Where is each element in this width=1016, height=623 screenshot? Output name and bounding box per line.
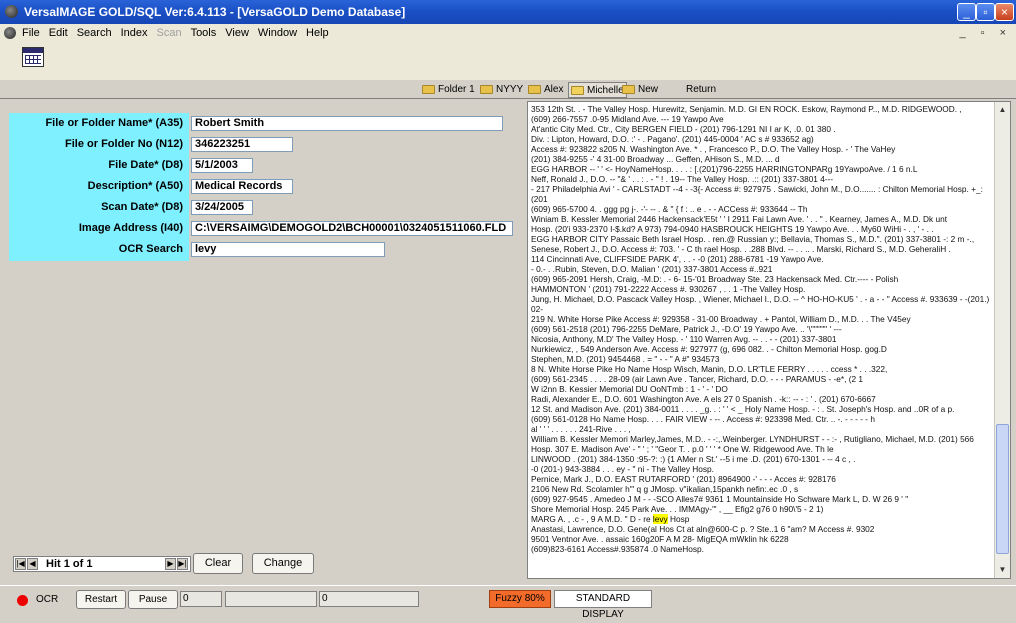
folder-icon bbox=[622, 84, 635, 94]
scroll-thumb[interactable] bbox=[996, 424, 1009, 554]
status-field-1: 0 bbox=[180, 591, 222, 607]
label-file-folder-name: File or Folder Name* (A35) bbox=[45, 117, 183, 129]
folder-tab-label: Alex bbox=[544, 83, 564, 95]
folder-tab-label: Folder 1 bbox=[438, 83, 475, 95]
pause-button[interactable]: Pause bbox=[128, 590, 178, 609]
label-image-address: Image Address (I40) bbox=[78, 222, 183, 234]
image-address-field[interactable]: C:\VERSAIMG\DEMOGOLD2\BCH00001\032405151… bbox=[191, 221, 513, 236]
prev-hit-button[interactable]: ◀ bbox=[27, 558, 38, 570]
document-icon[interactable] bbox=[4, 27, 16, 39]
ocr-text-before: 353 12th St. . - The Valley Hosp. Hurewi… bbox=[531, 104, 990, 514]
label-description: Description* (A50) bbox=[87, 180, 183, 192]
index-form: File or Folder Name* (A35) File or Folde… bbox=[5, 101, 525, 579]
return-button[interactable]: Return bbox=[686, 82, 716, 96]
description-field[interactable]: Medical Records bbox=[191, 179, 293, 194]
label-ocr-search: OCR Search bbox=[118, 243, 183, 255]
folder-tabs-bar: Folder 1 NYYY Alex Michelle New Return bbox=[0, 80, 1016, 99]
open-folder-icon bbox=[571, 85, 584, 95]
status-bar: OCR Restart Pause 0 0 Fuzzy 80% STANDARD… bbox=[0, 585, 1016, 620]
menu-scan[interactable]: Scan bbox=[156, 27, 181, 39]
menu-help[interactable]: Help bbox=[306, 27, 329, 39]
folder-icon bbox=[528, 84, 541, 94]
label-file-folder-no: File or Folder No (N12) bbox=[65, 138, 183, 150]
file-folder-name-field[interactable]: Robert Smith bbox=[191, 116, 503, 131]
title-bar: VersaIMAGE GOLD/SQL Ver:6.4.113 - [Versa… bbox=[0, 0, 1016, 24]
close-button[interactable]: × bbox=[995, 3, 1014, 21]
hit-navigator: |◀ ◀ Hit 1 of 1 ▶ ▶| bbox=[13, 556, 191, 572]
menu-file[interactable]: File bbox=[22, 27, 40, 39]
scroll-down-arrow-icon[interactable]: ▼ bbox=[996, 563, 1009, 577]
field-labels-panel: File or Folder Name* (A35) File or Folde… bbox=[9, 113, 189, 261]
menu-items: File Edit Search Index Scan Tools View Window He… bbox=[22, 27, 329, 39]
menu-window[interactable]: Window bbox=[258, 27, 297, 39]
folder-tab-folder1[interactable]: Folder 1 bbox=[422, 82, 475, 96]
folder-tab-label: NYYY bbox=[496, 83, 524, 95]
menu-tools[interactable]: Tools bbox=[191, 27, 217, 39]
scroll-up-arrow-icon[interactable]: ▲ bbox=[996, 103, 1009, 117]
folder-tab-alex[interactable]: Alex bbox=[528, 82, 563, 96]
window-title: VersaIMAGE GOLD/SQL Ver:6.4.113 - [Versa… bbox=[24, 5, 406, 19]
vertical-scrollbar[interactable]: ▲ ▼ bbox=[994, 102, 1010, 578]
folder-tab-nyyy[interactable]: NYYY bbox=[480, 82, 523, 96]
ocr-status-indicator-icon bbox=[17, 595, 28, 606]
hit-counter: Hit 1 of 1 bbox=[46, 558, 93, 570]
ocr-text-content: 353 12th St. . - The Valley Hosp. Hurewi… bbox=[531, 104, 991, 576]
calendar-icon[interactable] bbox=[22, 47, 44, 67]
status-field-3: 0 bbox=[319, 591, 419, 607]
ocr-search-hit: levy bbox=[652, 514, 668, 524]
app-icon[interactable] bbox=[5, 5, 18, 18]
next-hit-button[interactable]: ▶ bbox=[165, 558, 176, 570]
ocr-text-after: Anastasi, Lawrence, D.O. Gene(al Hos Ct … bbox=[531, 524, 875, 554]
toolbar bbox=[0, 43, 1016, 81]
label-file-date: File Date* (D8) bbox=[108, 159, 183, 171]
restart-button[interactable]: Restart bbox=[76, 590, 126, 609]
display-mode-indicator[interactable]: STANDARD DISPLAY bbox=[554, 590, 652, 620]
status-progress-field bbox=[225, 591, 317, 607]
ocr-hit-line-suffix: Hosp bbox=[667, 514, 690, 524]
file-date-field[interactable]: 5/1/2003 bbox=[191, 158, 253, 173]
folder-tab-label: New bbox=[638, 83, 659, 95]
menu-search[interactable]: Search bbox=[77, 27, 112, 39]
mdi-controls[interactable]: _ ▫ × bbox=[959, 27, 1012, 39]
folder-tab-michelle[interactable]: Michelle bbox=[568, 82, 627, 98]
fuzzy-match-indicator[interactable]: Fuzzy 80% bbox=[489, 590, 551, 608]
file-folder-no-field[interactable]: 346223251 bbox=[191, 137, 293, 152]
menu-view[interactable]: View bbox=[225, 27, 249, 39]
ocr-text-pane[interactable]: 353 12th St. . - The Valley Hosp. Hurewi… bbox=[527, 101, 1011, 579]
change-button[interactable]: Change bbox=[252, 553, 314, 574]
label-scan-date: Scan Date* (D8) bbox=[101, 201, 183, 213]
menu-index[interactable]: Index bbox=[121, 27, 148, 39]
scan-date-field[interactable]: 3/24/2005 bbox=[191, 200, 253, 215]
clear-button[interactable]: Clear bbox=[193, 553, 243, 574]
folder-icon bbox=[480, 84, 493, 94]
restore-button[interactable]: ▫ bbox=[976, 3, 995, 21]
ocr-hit-line-prefix: MARG A. , .c - , 9 A M.D. " D - re bbox=[531, 514, 653, 524]
folder-tab-label: Michelle bbox=[587, 84, 624, 96]
last-hit-button[interactable]: ▶| bbox=[177, 558, 188, 570]
menu-bar: File Edit Search Index Scan Tools View Window He… bbox=[0, 24, 1016, 43]
menu-edit[interactable]: Edit bbox=[49, 27, 68, 39]
return-label: Return bbox=[686, 83, 717, 95]
ocr-search-field[interactable]: levy bbox=[191, 242, 385, 257]
first-hit-button[interactable]: |◀ bbox=[15, 558, 26, 570]
folder-tab-new[interactable]: New bbox=[622, 82, 658, 96]
minimize-button[interactable]: _ bbox=[957, 3, 976, 21]
ocr-label: OCR bbox=[36, 594, 59, 605]
folder-icon bbox=[422, 84, 435, 94]
